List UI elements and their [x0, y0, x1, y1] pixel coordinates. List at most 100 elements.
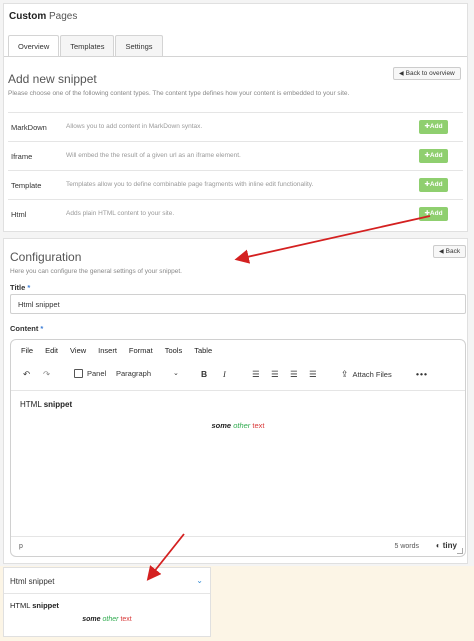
upload-icon: ⇪: [341, 369, 349, 379]
word-text: text: [252, 421, 265, 430]
content-type-desc: Adds plain HTML content to your site.: [66, 210, 175, 217]
resize-handle[interactable]: [457, 548, 463, 554]
tiny-logo-text: tiny: [442, 541, 457, 550]
menu-format[interactable]: Format: [129, 346, 153, 355]
snippet-panel: Custom Pages Overview Templates Settings…: [3, 3, 468, 232]
content-type-row-markdown: MarkDown Allows you to add content in Ma…: [8, 112, 463, 141]
heading-plain: HTML: [20, 400, 42, 409]
editor-heading: HTML snippet: [20, 400, 72, 409]
preview-word-text: text: [120, 616, 132, 623]
configuration-panel: Configuration ◀ Back Here you can configu…: [3, 238, 468, 564]
chevron-down-icon[interactable]: ⌄: [173, 364, 179, 384]
tab-settings[interactable]: Settings: [115, 35, 163, 57]
block-format-value: Paragraph: [116, 369, 152, 378]
content-type-row-iframe: Iframe Will embed the the result of a gi…: [8, 141, 463, 170]
content-type-name: MarkDown: [11, 123, 47, 132]
tab-overview[interactable]: Overview: [8, 35, 60, 57]
add-html-button[interactable]: ✚Add: [419, 207, 448, 221]
app-title: Custom Pages: [9, 11, 77, 22]
required-mark: *: [40, 324, 44, 333]
editor-menubar: File Edit View Insert Format Tools Table: [21, 346, 224, 355]
title-label: Title *: [10, 283, 30, 292]
add-template-button[interactable]: ✚Add: [419, 178, 448, 192]
content-type-row-template: Template Templates allow you to define c…: [8, 170, 463, 199]
redo-icon[interactable]: ↷: [43, 364, 50, 384]
menu-table[interactable]: Table: [194, 346, 212, 355]
content-type-row-html: Html Adds plain HTML content to your sit…: [8, 199, 463, 228]
back-button[interactable]: ◀ Back: [433, 245, 467, 258]
arrow-left-icon: ◀: [399, 71, 404, 77]
menu-view[interactable]: View: [70, 346, 86, 355]
add-label: Add: [429, 152, 443, 159]
app-title-bold: Custom: [9, 11, 47, 22]
editor-center-line: some other text: [11, 421, 465, 430]
menu-edit[interactable]: Edit: [45, 346, 58, 355]
preview-word-other: other: [102, 616, 119, 623]
menu-insert[interactable]: Insert: [98, 346, 117, 355]
word-count: 5 words: [394, 543, 419, 550]
back-to-overview-label: Back to overview: [405, 70, 455, 77]
editor-content-area[interactable]: HTML snippet some other text: [11, 390, 465, 536]
content-type-desc: Templates allow you to define combinable…: [66, 181, 314, 188]
italic-icon[interactable]: I: [223, 364, 226, 384]
editor-toolbar: ↶ ↷ Panel Paragraph ⌄ B I ☰ ☰ ☰ ☰ ⇪ Attac…: [11, 364, 465, 384]
title-input[interactable]: Html snippet: [10, 294, 466, 314]
block-format-select[interactable]: Paragraph: [116, 364, 151, 384]
back-to-overview-button[interactable]: ◀ Back to overview: [393, 67, 461, 80]
content-label: Content *: [10, 324, 43, 333]
checkbox-icon: [74, 368, 83, 378]
panel-toggle[interactable]: Panel: [74, 364, 106, 384]
rich-text-editor: File Edit View Insert Format Tools Table…: [10, 339, 466, 557]
tab-templates[interactable]: Templates: [60, 35, 115, 57]
element-path[interactable]: p: [19, 543, 23, 550]
preview-heading-plain: HTML: [10, 601, 31, 610]
more-icon[interactable]: •••: [416, 364, 428, 384]
content-type-name: Html: [11, 210, 27, 219]
preview-center-line: some other text: [4, 616, 210, 623]
required-mark: *: [27, 283, 31, 292]
tiny-logo-icon: ◐: [435, 541, 441, 550]
attach-files-button[interactable]: ⇪ Attach Files: [341, 364, 392, 384]
attach-files-label: Attach Files: [352, 370, 392, 379]
snippet-help-text: Please choose one of the following conte…: [8, 90, 350, 97]
preview-header[interactable]: Html snippet ⌄: [4, 568, 210, 594]
bold-icon[interactable]: B: [201, 364, 207, 384]
tab-bar: Overview Templates Settings: [8, 35, 164, 57]
configuration-title: Configuration: [10, 250, 82, 264]
content-type-name: Iframe: [11, 152, 33, 161]
editor-statusbar: p 5 words ◐ tiny: [11, 536, 465, 556]
add-markdown-button[interactable]: ✚Add: [419, 120, 448, 134]
tab-divider: [4, 56, 467, 57]
content-type-desc: Allows you to add content in MarkDown sy…: [66, 123, 203, 130]
preview-heading-bold: snippet: [32, 601, 59, 610]
preview-word-some: some: [82, 616, 101, 623]
add-iframe-button[interactable]: ✚Add: [419, 149, 448, 163]
snippet-preview-panel: Html snippet ⌄ HTML snippet some other t…: [3, 567, 211, 637]
preview-heading: HTML snippet: [10, 601, 59, 610]
add-label: Add: [429, 123, 443, 130]
add-label: Add: [429, 210, 443, 217]
content-type-name: Template: [11, 181, 42, 190]
heading-bold: snippet: [43, 400, 73, 409]
configuration-help-text: Here you can configure the general setti…: [10, 268, 182, 275]
chevron-down-icon[interactable]: ⌄: [196, 576, 203, 585]
content-type-desc: Will embed the the result of a given url…: [66, 152, 241, 159]
snippet-title: Add new snippet: [8, 72, 97, 86]
tiny-logo[interactable]: ◐ tiny: [436, 541, 457, 550]
menu-file[interactable]: File: [21, 346, 33, 355]
align-center-icon[interactable]: ☰: [271, 364, 279, 384]
title-label-text: Title: [10, 283, 26, 292]
back-label: Back: [445, 248, 461, 255]
panel-label: Panel: [87, 369, 107, 378]
app-title-rest: Pages: [49, 11, 78, 22]
align-justify-icon[interactable]: ☰: [309, 364, 317, 384]
align-right-icon[interactable]: ☰: [290, 364, 298, 384]
menu-tools[interactable]: Tools: [165, 346, 183, 355]
preview-title: Html snippet: [10, 577, 55, 586]
add-label: Add: [429, 181, 443, 188]
word-some: some: [211, 421, 232, 430]
align-left-icon[interactable]: ☰: [252, 364, 260, 384]
undo-icon[interactable]: ↶: [23, 364, 30, 384]
arrow-left-icon: ◀: [439, 249, 444, 255]
word-other: other: [233, 421, 251, 430]
